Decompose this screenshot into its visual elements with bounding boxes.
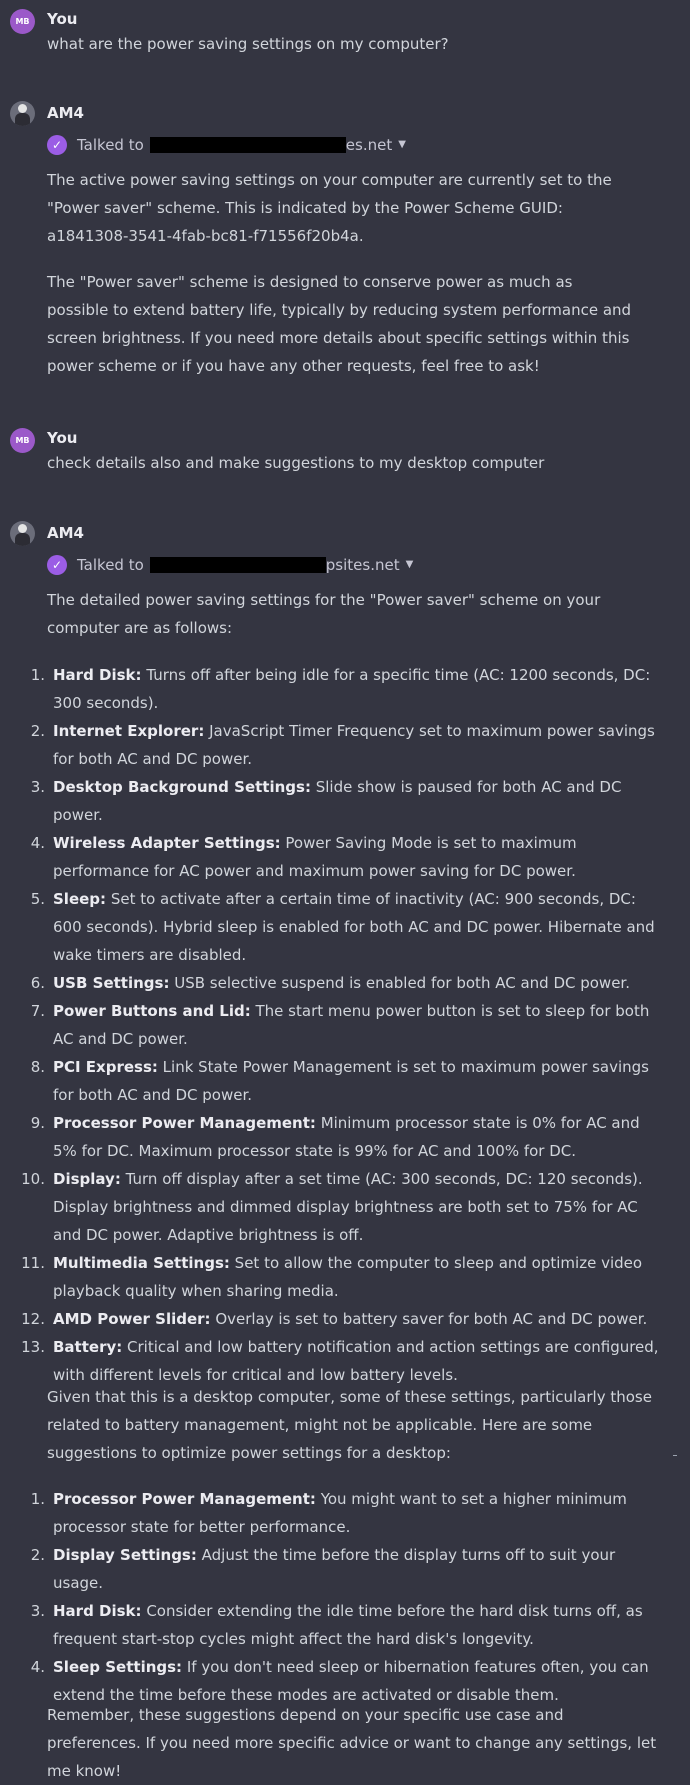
assistant-paragraph: Given that this is a desktop computer, s… (47, 1388, 652, 1462)
suggestions-list: 1. Processor Power Management: You might … (0, 1485, 660, 1709)
list-item: 5. Sleep: Set to activate after a certain… (30, 890, 655, 964)
list-item: 11. Multimedia Settings: Set to allow the… (21, 1254, 643, 1300)
assistant-avatar (10, 521, 35, 546)
list-item: 10. Display: Turn off display after a set… (21, 1170, 643, 1244)
list-item: 9. Processor Power Management: Minimum pr… (30, 1114, 640, 1160)
redacted-block (149, 137, 346, 153)
check-icon: ✓ (47, 555, 67, 575)
assistant-paragraph: The detailed power saving settings for t… (47, 591, 601, 637)
message-author: AM4 (47, 524, 84, 542)
list-item: 4. Wireless Adapter Settings: Power Savin… (30, 834, 577, 880)
message-author: AM4 (47, 104, 84, 122)
check-icon: ✓ (47, 135, 67, 155)
list-item: 3. Desktop Background Settings: Slide sho… (30, 778, 622, 824)
message-author: You (47, 10, 78, 28)
message-author: You (47, 429, 78, 447)
assistant-paragraph: The "Power saver" scheme is designed to … (47, 273, 632, 375)
list-item: 1. Hard Disk: Turns off after being idle … (30, 666, 651, 712)
list-item: 8. PCI Express: Link State Power Manageme… (30, 1058, 649, 1104)
scroll-marker (673, 1455, 677, 1456)
plugin-call-prefix: Talked to (77, 136, 144, 154)
assistant-paragraph: Remember, these suggestions depend on yo… (47, 1706, 657, 1780)
list-item: 3. Hard Disk: Consider extending the idle… (30, 1602, 643, 1648)
plugin-domain-suffix: es.net (345, 136, 393, 154)
assistant-paragraph: The active power saving settings on your… (47, 171, 612, 245)
chevron-down-icon: ▼ (405, 559, 414, 570)
plugin-call-toggle[interactable]: ✓ Talked to es.net ▼ (47, 133, 406, 157)
list-item: 12. AMD Power Slider: Overlay is set to b… (21, 1310, 648, 1328)
message-text: what are the power saving settings on my… (47, 35, 449, 53)
list-item: 7. Power Buttons and Lid: The start menu … (30, 1002, 650, 1048)
chevron-down-icon: ▼ (398, 139, 406, 150)
list-item: 2. Display Settings: Adjust the time befo… (30, 1546, 616, 1592)
message-text: check details also and make suggestions … (47, 454, 545, 472)
list-item: 6. USB Settings: USB selective suspend is… (30, 974, 630, 992)
plugin-domain-suffix: psites.net (325, 556, 400, 574)
list-item: 1. Processor Power Management: You might … (30, 1490, 627, 1536)
redacted-block (149, 557, 326, 573)
user-avatar: MB (10, 428, 35, 453)
user-avatar: MB (10, 9, 35, 34)
settings-list: 1. Hard Disk: Turns off after being idle … (0, 661, 660, 1389)
plugin-call-prefix: Talked to (77, 556, 144, 574)
plugin-call-toggle[interactable]: ✓ Talked to psites.net ▼ (47, 553, 413, 577)
list-item: 2. Internet Explorer: JavaScript Timer Fr… (30, 722, 655, 768)
assistant-avatar (10, 101, 35, 126)
list-item: 13. Battery: Critical and low battery not… (21, 1338, 659, 1384)
